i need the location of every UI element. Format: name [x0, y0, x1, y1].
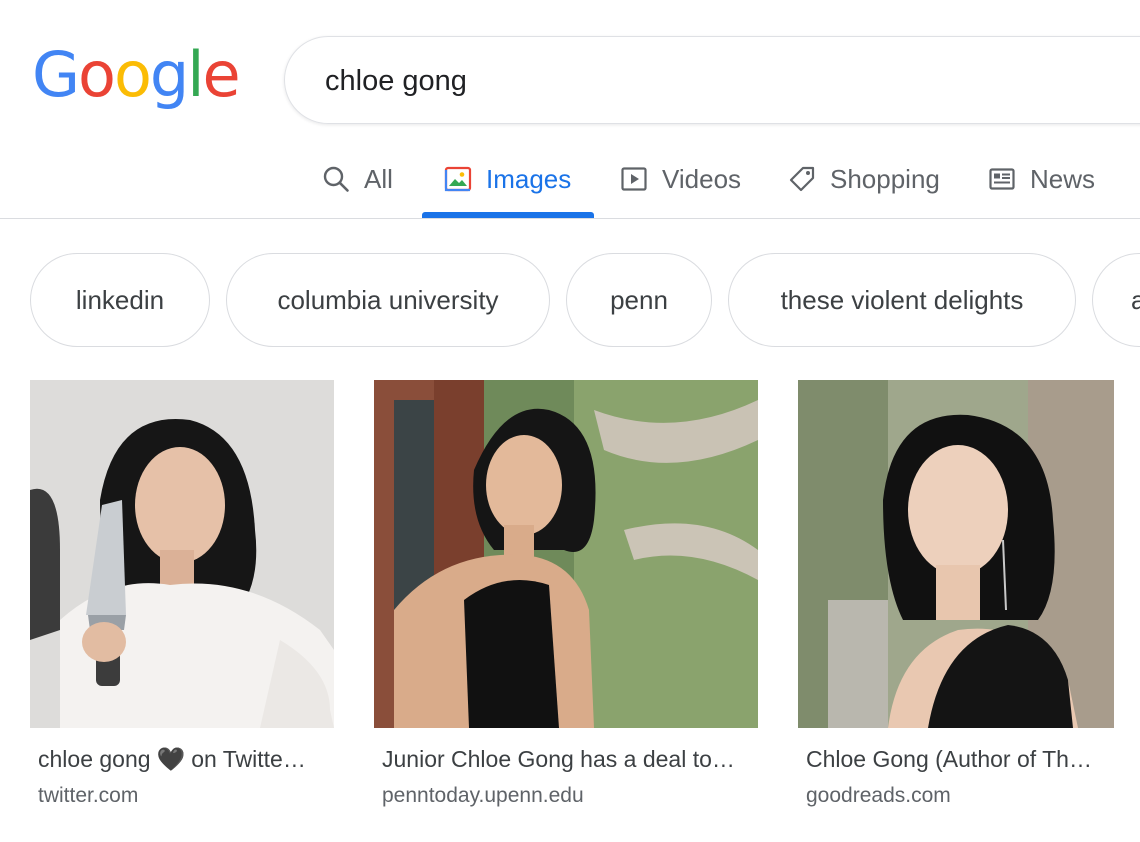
chip-label: columbia university [277, 284, 499, 315]
tab-label: News [1030, 163, 1096, 194]
video-icon [621, 167, 647, 191]
tab-videos[interactable]: Videos [620, 140, 741, 218]
result-source[interactable]: goodreads.com [806, 784, 951, 808]
chip-these-violent-delights[interactable]: these violent delights [728, 253, 1076, 347]
portrait-image [30, 380, 334, 728]
tab-all[interactable]: All [322, 140, 393, 218]
chip-label: a [1131, 285, 1140, 316]
black-heart-icon: 🖤 [156, 746, 186, 772]
tab-label: Shopping [830, 163, 940, 194]
logo-letter: o [113, 38, 152, 111]
google-logo[interactable]: Google [32, 38, 241, 111]
result-title[interactable]: chloe gong 🖤 on Twitte… [38, 746, 338, 773]
search-box[interactable] [284, 36, 1140, 124]
tab-label: All [364, 163, 393, 194]
portrait-image [798, 380, 1114, 728]
active-tab-indicator [422, 212, 594, 218]
result-title[interactable]: Chloe Gong (Author of Th… [806, 746, 1116, 773]
chip-label: these violent delights [780, 284, 1024, 315]
chip-label: penn [610, 284, 668, 315]
search-input[interactable] [325, 61, 1105, 101]
logo-letter: G [32, 38, 80, 111]
tab-label: Images [486, 163, 572, 194]
result-source[interactable]: penntoday.upenn.edu [382, 784, 584, 808]
chip-linkedin[interactable]: linkedin [30, 253, 210, 347]
tab-label: Videos [662, 163, 742, 194]
logo-letter: o [78, 38, 116, 111]
result-thumbnail[interactable] [798, 380, 1114, 728]
search-icon [323, 166, 349, 192]
images-icon [444, 166, 472, 192]
logo-letter: l [187, 38, 204, 111]
chip-columbia-university[interactable]: columbia university [226, 253, 550, 347]
result-source[interactable]: twitter.com [38, 784, 138, 808]
search-tabs: All Images Videos Shopping News [0, 140, 1140, 219]
result-title-text: on Twitte… [191, 746, 306, 772]
tab-images[interactable]: Images [444, 140, 571, 218]
result-title[interactable]: Junior Chloe Gong has a deal to… [382, 746, 762, 773]
portrait-image [374, 380, 758, 728]
news-icon [989, 168, 1015, 190]
chip-label: linkedin [75, 284, 165, 315]
chip-partial[interactable]: a [1092, 253, 1140, 347]
logo-letter: g [149, 38, 189, 111]
tag-icon [789, 166, 815, 192]
tab-shopping[interactable]: Shopping [788, 140, 940, 218]
tab-news[interactable]: News [988, 140, 1095, 218]
logo-letter: e [202, 38, 241, 111]
chip-penn[interactable]: penn [566, 253, 712, 347]
result-thumbnail[interactable] [30, 380, 334, 728]
result-title-text: chloe gong [38, 746, 151, 772]
result-thumbnail[interactable] [374, 380, 758, 728]
